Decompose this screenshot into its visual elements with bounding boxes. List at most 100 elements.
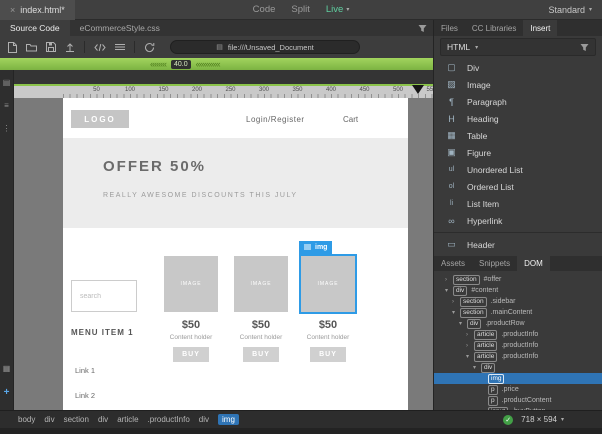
view-code-button[interactable]: Code	[253, 4, 276, 15]
expand-arrow-icon[interactable]: ›	[466, 343, 474, 349]
tag-crumb-img[interactable]: img	[218, 414, 239, 425]
buy-button[interactable]: BUY	[243, 347, 279, 362]
tab-dom[interactable]: DOM	[517, 256, 550, 271]
insert-item-unordered-list[interactable]: ul Unordered List	[434, 161, 602, 178]
tab-cc-libraries[interactable]: CC Libraries	[465, 20, 523, 36]
new-file-icon[interactable]	[8, 41, 17, 53]
insert-item-header[interactable]: ▭ Header	[434, 236, 602, 253]
cart-link[interactable]: Cart	[343, 115, 358, 124]
dom-node-section-offer[interactable]: › section #offer	[434, 274, 602, 285]
open-docs-icon[interactable]: ▤	[3, 78, 11, 87]
product-desc: Content holder	[239, 334, 283, 341]
product-card: IMAGE $50 Content holder BUY	[164, 256, 218, 362]
dom-node-div[interactable]: ▾ div	[434, 362, 602, 373]
tag-crumb-article[interactable]: article	[117, 415, 138, 424]
address-bar[interactable]: ▤ file:///Unsaved_Document	[170, 40, 360, 54]
tag-crumb-section[interactable]: section	[64, 415, 89, 424]
no-errors-icon[interactable]: ✓	[503, 414, 514, 425]
dom-node-article-productInfo[interactable]: › article .productInfo	[434, 329, 602, 340]
login-register-link[interactable]: Login/Register	[246, 115, 305, 124]
tab-insert[interactable]: Insert	[523, 20, 558, 36]
css-file-tab[interactable]: eCommerceStyle.css	[70, 23, 170, 33]
refresh-icon[interactable]	[144, 42, 155, 53]
insert-item-heading[interactable]: H Heading	[434, 110, 602, 127]
filter-funnel-icon[interactable]	[580, 43, 589, 52]
save-icon[interactable]	[46, 42, 56, 52]
insert-item-ordered-list[interactable]: ol Ordered List	[434, 178, 602, 195]
menu-link-2[interactable]: Link 2	[75, 391, 95, 400]
product-image-placeholder[interactable]: IMAGE	[234, 256, 288, 312]
search-input[interactable]	[71, 280, 137, 312]
insert-element-icon[interactable]: +	[4, 387, 10, 398]
expand-arrow-icon[interactable]: ›	[445, 277, 453, 283]
offer-banner: OFFER 50% REALLY AWESOME DISCOUNTS THIS …	[63, 138, 408, 228]
upload-icon[interactable]	[65, 42, 75, 52]
tab-assets[interactable]: Assets	[434, 256, 472, 271]
code-navigator-icon[interactable]	[94, 43, 106, 52]
workspace-label: Standard	[548, 4, 585, 15]
dom-node-article-productInfo[interactable]: ▾ article .productInfo	[434, 351, 602, 362]
viewport-size-control[interactable]: 718 × 594 ▾	[521, 415, 564, 424]
collapse-arrow-icon[interactable]: ▾	[445, 287, 453, 294]
dom-qualifier: .productContent	[501, 397, 552, 404]
more-options-icon[interactable]: ⋮	[3, 124, 11, 133]
dom-node-p-productContent[interactable]: p .productContent	[434, 395, 602, 406]
view-split-button[interactable]: Split	[291, 4, 309, 15]
insert-item-image[interactable]: ▨ Image	[434, 76, 602, 93]
dom-node-article-productInfo[interactable]: › article .productInfo	[434, 340, 602, 351]
dom-node-p-price[interactable]: p .price	[434, 384, 602, 395]
insert-item-hyperlink[interactable]: ∞ Hyperlink	[434, 212, 602, 229]
product-image-placeholder[interactable]: IMAGE	[164, 256, 218, 312]
collapse-arrow-icon[interactable]: ▾	[473, 364, 481, 371]
workspace-switcher[interactable]: Standard ▾	[548, 5, 592, 15]
menu-link-1[interactable]: Link 1	[75, 366, 95, 375]
dom-node-div-content[interactable]: ▾ div #content	[434, 285, 602, 296]
collapse-arrow-icon[interactable]: ▾	[466, 353, 474, 360]
dom-tag-chip: section	[460, 296, 487, 307]
tag-crumb-productInfo[interactable]: .productInfo	[148, 415, 190, 424]
insert-item-list-item[interactable]: li List Item	[434, 195, 602, 212]
element-display-icon[interactable]: ▦	[3, 364, 11, 373]
tag-crumb-div[interactable]: div	[199, 415, 209, 424]
tag-crumb-div[interactable]: div	[98, 415, 108, 424]
collapse-arrow-icon[interactable]: ▾	[459, 320, 467, 327]
document-tab[interactable]: × index.html*	[0, 0, 75, 20]
ruler-tick: 50	[93, 87, 100, 93]
expand-arrow-icon[interactable]: ›	[452, 299, 460, 305]
open-file-icon[interactable]	[26, 43, 37, 52]
buy-button[interactable]: BUY	[173, 347, 209, 362]
insert-item-div[interactable]: ▢ Div	[434, 59, 602, 76]
tab-snippets[interactable]: Snippets	[472, 256, 517, 271]
collapse-arrow-icon[interactable]: ▾	[452, 309, 460, 316]
tag-crumb-body[interactable]: body	[18, 415, 35, 424]
ruler-marker-icon[interactable]	[412, 85, 424, 94]
insert-item-table[interactable]: ▦ Table	[434, 127, 602, 144]
element-tag-chip[interactable]: img	[299, 241, 333, 254]
offer-title: OFFER 50%	[103, 158, 207, 175]
close-icon[interactable]: ×	[10, 5, 15, 15]
insert-item-figure[interactable]: ▣ Figure	[434, 144, 602, 161]
live-code-icon[interactable]: ≡	[4, 101, 9, 110]
outline-icon[interactable]	[115, 43, 125, 51]
insert-item-paragraph[interactable]: ¶ Paragraph	[434, 93, 602, 110]
tab-files[interactable]: Files	[434, 20, 465, 36]
left-toolbar: ▤ ≡ ⋮ ▦ +	[0, 70, 14, 410]
dom-node-img[interactable]: img	[434, 373, 602, 384]
dom-node-section-mainContent[interactable]: ▾ section .mainContent	[434, 307, 602, 318]
insert-category-dropdown[interactable]: HTML ▾	[440, 38, 596, 56]
dom-node-div-productRow[interactable]: ▾ div .productRow	[434, 318, 602, 329]
source-code-tab[interactable]: Source Code	[0, 20, 70, 36]
tag-crumb-div[interactable]: div	[44, 415, 54, 424]
view-live-button[interactable]: Live ▾	[326, 4, 349, 15]
div-icon: ▢	[447, 62, 456, 72]
dom-qualifier: .productInfo	[501, 342, 539, 349]
dom-qualifier: .sidebar	[490, 298, 516, 305]
filter-funnel-icon[interactable]	[418, 24, 427, 33]
dom-node-section-sidebar[interactable]: › section .sidebar	[434, 296, 602, 307]
buy-button[interactable]: BUY	[310, 347, 346, 362]
logo-button[interactable]: LOGO	[71, 110, 129, 128]
dom-tag-chip: div	[481, 362, 496, 373]
selected-product-image[interactable]: img IMAGE	[299, 241, 357, 314]
image-placeholder-label: IMAGE	[317, 281, 339, 287]
expand-arrow-icon[interactable]: ›	[466, 332, 474, 338]
